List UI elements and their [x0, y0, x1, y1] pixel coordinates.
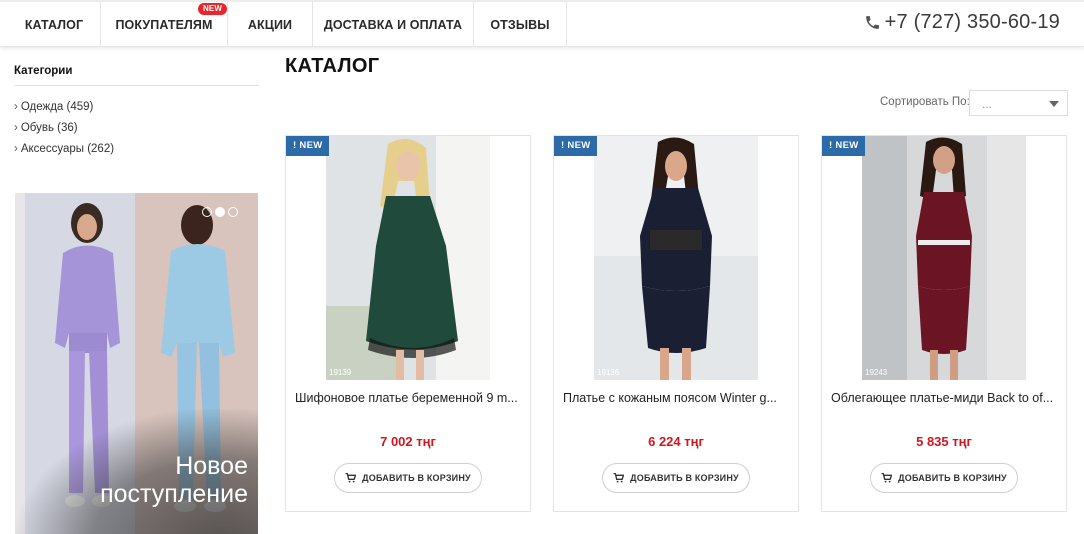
product-image[interactable]: 19243	[862, 136, 1026, 380]
categories-title: Категории	[14, 65, 73, 77]
sort-selected-value: ...	[982, 97, 993, 111]
slider-dot-3[interactable]	[228, 207, 238, 217]
category-item-accessories[interactable]: › Аксессуары (262)	[14, 141, 114, 162]
new-label-text: NEW	[567, 140, 591, 151]
sort-dropdown[interactable]: ...	[969, 90, 1068, 116]
banner-caption: Новое поступление	[48, 452, 248, 508]
category-label: Обувь (36)	[20, 122, 78, 134]
chevron-right-icon: ›	[14, 101, 18, 113]
product-card: 19136 ! NEW Платье с кожаным поясом Wint…	[553, 135, 799, 512]
new-badge: NEW	[198, 3, 227, 15]
sort-label: Сортировать По:	[880, 96, 970, 108]
add-to-cart-label: ДОБАВИТЬ В КОРЗИНУ	[362, 473, 471, 483]
new-label: ! NEW	[286, 136, 330, 156]
product-image[interactable]: 19136	[594, 136, 758, 380]
add-to-cart-label: ДОБАВИТЬ В КОРЗИНУ	[898, 473, 1007, 483]
category-list: › Одежда (459) › Обувь (36) › Аксессуары (2…	[14, 99, 114, 162]
phone-number: +7 (727) 350-60-19	[884, 11, 1060, 33]
phone-contact[interactable]: +7 (727) 350-60-19	[864, 11, 1060, 34]
product-price: 6 224 тңг	[648, 434, 704, 449]
product-name[interactable]: Облегающее платье-миди Back to of...	[831, 391, 1059, 405]
new-label: ! NEW	[554, 136, 598, 156]
nav-delivery-payment[interactable]: ДОСТАВКА И ОПЛАТА	[313, 2, 474, 47]
chevron-right-icon: ›	[14, 122, 18, 134]
nav-customers[interactable]: ПОКУПАТЕЛЯМ NEW	[101, 2, 228, 47]
category-item-clothing[interactable]: › Одежда (459)	[14, 99, 114, 120]
product-name[interactable]: Шифоновое платье беременной 9 m...	[295, 391, 523, 405]
nav-catalog-label: КАТАЛОГ	[24, 17, 84, 32]
product-name[interactable]: Платье с кожаным поясом Winter g...	[563, 391, 791, 405]
product-price: 7 002 тңг	[380, 434, 436, 449]
category-label: Одежда (459)	[20, 101, 94, 113]
nav-reviews[interactable]: ОТЗЫВЫ	[474, 2, 567, 47]
product-sku: 19139	[329, 368, 352, 377]
page-title: КАТАЛОГ	[285, 55, 380, 77]
main-menu: КАТАЛОГ ПОКУПАТЕЛЯМ NEW АКЦИИ ДОСТАВКА И…	[8, 2, 567, 47]
slider-dot-1[interactable]	[202, 207, 212, 217]
add-to-cart-button[interactable]: ДОБАВИТЬ В КОРЗИНУ	[334, 463, 482, 493]
product-price: 5 835 тңг	[916, 434, 972, 449]
product-card: 19139 ! NEW Шифоновое платье беременной …	[285, 135, 531, 512]
category-label: Аксессуары (262)	[20, 143, 115, 155]
new-label-text: NEW	[835, 140, 859, 151]
add-to-cart-button[interactable]: ДОБАВИТЬ В КОРЗИНУ	[870, 463, 1018, 493]
cart-icon	[881, 473, 893, 483]
product-sku: 19243	[865, 368, 888, 377]
chevron-right-icon: ›	[14, 143, 18, 155]
top-navigation-bar: КАТАЛОГ ПОКУПАТЕЛЯМ NEW АКЦИИ ДОСТАВКА И…	[0, 0, 1084, 47]
banner-caption-line1: Новое	[175, 452, 248, 480]
nav-promotions-label: АКЦИИ	[247, 17, 293, 32]
product-image[interactable]: 19139	[326, 136, 490, 380]
new-label-text: NEW	[299, 140, 323, 151]
caret-down-icon	[1049, 101, 1059, 107]
phone-icon	[865, 16, 879, 29]
categories-divider	[14, 85, 259, 86]
add-to-cart-label: ДОБАВИТЬ В КОРЗИНУ	[630, 473, 739, 483]
product-card: 19243 ! NEW Облегающее платье-миди Back …	[821, 135, 1067, 512]
promo-banner-slider[interactable]: Новое поступление	[15, 193, 258, 534]
cart-icon	[613, 473, 625, 483]
cart-icon	[345, 473, 357, 483]
banner-caption-line2: поступление	[100, 480, 248, 508]
category-item-shoes[interactable]: › Обувь (36)	[14, 120, 114, 141]
slider-dots	[202, 207, 238, 217]
nav-reviews-label: ОТЗЫВЫ	[490, 17, 550, 32]
slider-dot-2[interactable]	[215, 207, 225, 217]
product-sku: 19136	[597, 368, 620, 377]
nav-promotions[interactable]: АКЦИИ	[228, 2, 313, 47]
nav-catalog[interactable]: КАТАЛОГ	[8, 2, 101, 47]
new-label: ! NEW	[822, 136, 866, 156]
nav-customers-label: ПОКУПАТЕЛЯМ	[115, 17, 213, 32]
nav-delivery-payment-label: ДОСТАВКА И ОПЛАТА	[323, 17, 463, 32]
add-to-cart-button[interactable]: ДОБАВИТЬ В КОРЗИНУ	[602, 463, 750, 493]
